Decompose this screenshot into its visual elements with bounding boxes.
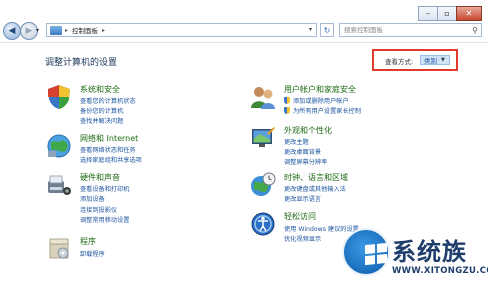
link-mobility-settings[interactable]: 调整常用移动设置 (80, 215, 130, 224)
link-troubleshoot[interactable]: 查找并解决问题 (80, 116, 123, 125)
address-root-arrow-icon[interactable]: ▸ (65, 27, 68, 34)
hardware-sound-icon[interactable] (46, 172, 72, 198)
category-title-clock-language[interactable]: 时钟、语言和区域 (284, 172, 348, 183)
link-network-status[interactable]: 查看网络状态和任务 (80, 145, 136, 154)
link-parental-controls[interactable]: 为所有用户设置家长控制 (284, 106, 361, 115)
category-title-hardware-sound[interactable]: 硬件和声音 (80, 172, 120, 183)
address-bar[interactable]: ▸ 控制面板 ▸ ▾ (46, 23, 317, 37)
refresh-icon: ↻ (323, 25, 331, 35)
user-accounts-icon[interactable] (250, 84, 276, 110)
back-arrow-icon: ◀ (8, 26, 16, 36)
category-title-system-security[interactable]: 系统和安全 (80, 84, 120, 95)
link-desktop-background[interactable]: 更改桌面背景 (284, 147, 321, 156)
chevron-down-icon: ▼ (441, 57, 445, 63)
address-dropdown-icon[interactable]: ▾ (309, 26, 312, 33)
watermark-brand: 系统族 (392, 238, 467, 266)
link-change-theme[interactable]: 更改主题 (284, 137, 309, 146)
view-by-dropdown[interactable]: 类别 ▼ (420, 55, 450, 65)
link-view-computer-status[interactable]: 查看您的计算机状态 (80, 96, 136, 105)
category-title-ease-of-access[interactable]: 轻松访问 (284, 211, 316, 222)
category-title-programs[interactable]: 程序 (80, 236, 96, 247)
watermark-url: WWW.XITONGZU.COM (392, 266, 488, 276)
view-by-value: 类别 (424, 57, 437, 65)
windows-logo-icon (365, 242, 387, 266)
navigation-bar: ◀ ▶ ▾ ▸ 控制面板 ▸ ▾ ↻ 搜索控制面板 ⚲ (0, 20, 488, 42)
clock-globe-icon[interactable] (250, 172, 276, 198)
close-icon[interactable]: ✕ (456, 6, 482, 21)
category-title-network[interactable]: 网络和 Internet (80, 133, 138, 144)
appearance-icon[interactable] (250, 125, 276, 151)
link-connect-projector[interactable]: 连接到投影仪 (80, 205, 117, 214)
category-title-appearance[interactable]: 外观和个性化 (284, 125, 332, 136)
link-add-remove-accounts[interactable]: 添加或删除用户帐户 (284, 96, 349, 105)
watermark: 系统族 WWW.XITONGZU.COM (332, 226, 488, 288)
control-panel-icon (50, 25, 62, 35)
divider (0, 42, 488, 43)
link-optimize-display[interactable]: 优化视频显示 (284, 234, 321, 243)
link-display-language[interactable]: 更改显示语言 (284, 194, 321, 203)
link-homegroup-sharing[interactable]: 选择家庭组和共享选项 (80, 155, 142, 164)
back-button[interactable]: ◀ (3, 22, 21, 40)
window-controls: – ▫ ✕ (418, 6, 482, 21)
breadcrumb-control-panel[interactable]: 控制面板 (72, 25, 98, 35)
link-keyboard-input[interactable]: 更改键盘或其他输入法 (284, 184, 346, 193)
view-by-label: 查看方式: (385, 58, 414, 66)
category-title-user-accounts[interactable]: 用户帐户和家庭安全 (284, 84, 356, 95)
control-panel-window: – ▫ ✕ ◀ ▶ ▾ ▸ 控制面板 ▸ ▾ ↻ 搜索控制面板 ⚲ 调整计算机的… (0, 0, 488, 288)
link-devices-printers[interactable]: 查看设备和打印机 (80, 184, 130, 193)
recent-pages-dropdown[interactable]: ▾ (36, 27, 39, 34)
watermark-logo (342, 228, 390, 276)
link-uninstall-program[interactable]: 卸载程序 (80, 249, 105, 258)
refresh-button[interactable]: ↻ (320, 23, 334, 37)
search-placeholder: 搜索控制面板 (344, 26, 383, 34)
search-icon[interactable]: ⚲ (472, 25, 478, 37)
link-backup-computer[interactable]: 备份您的计算机 (80, 106, 123, 115)
page-title: 调整计算机的设置 (45, 58, 118, 68)
search-input[interactable]: 搜索控制面板 ⚲ (339, 23, 482, 37)
ease-of-access-icon[interactable] (250, 211, 276, 237)
minimize-icon[interactable]: – (418, 6, 438, 21)
breadcrumb-separator-icon[interactable]: ▸ (102, 27, 105, 34)
forward-arrow-icon: ▶ (25, 26, 33, 36)
network-icon[interactable] (46, 133, 72, 159)
link-add-device[interactable]: 添加设备 (80, 194, 105, 203)
system-security-icon[interactable] (46, 84, 72, 110)
link-screen-resolution[interactable]: 调整屏幕分辨率 (284, 157, 327, 166)
maximize-icon[interactable]: ▫ (437, 6, 457, 21)
programs-icon[interactable] (46, 236, 72, 262)
